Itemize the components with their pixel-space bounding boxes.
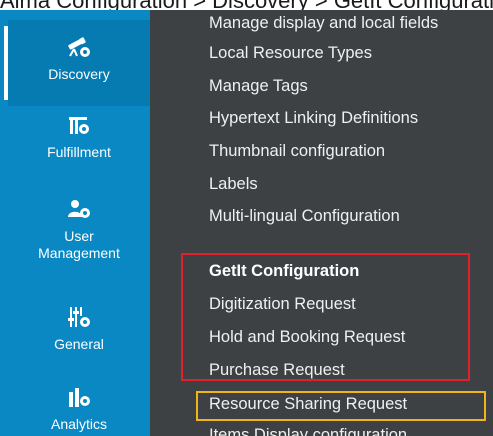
menu-item-multi-lingual-configuration[interactable]: Multi-lingual Configuration [209,205,400,227]
books-gear-icon [69,117,89,134]
sidebar-item-analytics[interactable]: Analytics [8,384,150,433]
sliders-gear-icon [68,307,90,327]
sidebar-item-fulfillment[interactable]: Fulfillment [8,112,150,161]
menu-item-hypertext-linking-definitions[interactable]: Hypertext Linking Definitions [209,107,418,129]
menu-item-labels[interactable]: Labels [209,173,258,195]
sidebar-item-label: General [54,336,104,352]
sidebar-item-label: User Management [38,228,120,261]
sidebar-item-user-management[interactable]: User Management [8,196,150,262]
sidebar-item-label: Fulfillment [47,144,111,160]
sidebar: Discovery Fulfillment User Management Ge… [0,10,150,436]
chart-gear-icon [69,388,90,407]
telescope-gear-icon [68,37,90,57]
red-highlight-box [181,253,470,381]
sidebar-item-discovery[interactable]: Discovery [8,34,150,83]
menu-item-local-resource-types[interactable]: Local Resource Types [209,42,372,64]
user-gear-icon [68,200,90,218]
menu-item-manage-tags[interactable]: Manage Tags [209,75,308,97]
sidebar-item-general[interactable]: General [8,304,150,353]
yellow-highlight-box [196,391,486,421]
menu-item-manage-display-local-fields[interactable]: Manage display and local fields [209,12,438,34]
sidebar-item-label: Discovery [48,66,110,82]
sidebar-item-label: Analytics [50,416,108,432]
menu-item-items-display-configuration[interactable]: Items Display configuration [209,424,407,436]
menu-item-thumbnail-configuration[interactable]: Thumbnail configuration [209,140,385,162]
